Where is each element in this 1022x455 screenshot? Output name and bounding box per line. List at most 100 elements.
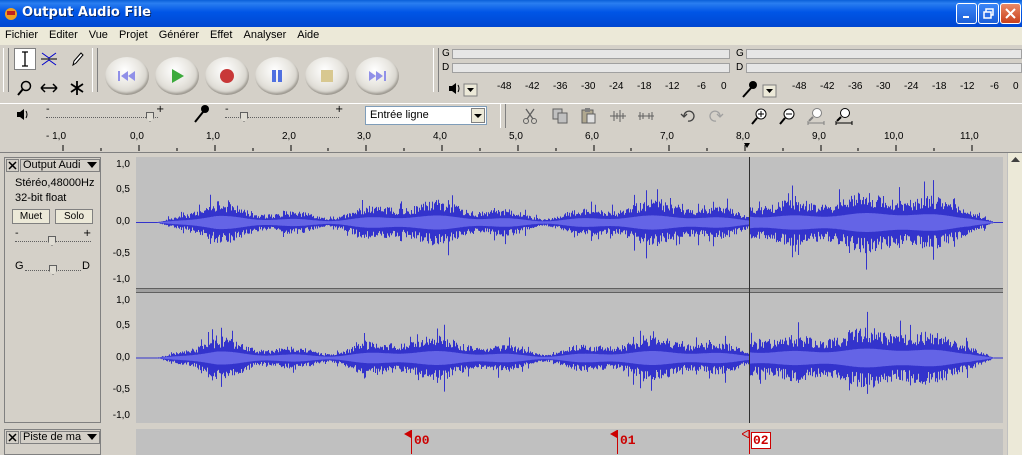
silence-button[interactable]: [634, 105, 658, 127]
time-shift-tool[interactable]: [38, 77, 60, 99]
label-track-area[interactable]: 00 01 02: [136, 429, 1003, 455]
label-track-close-button[interactable]: [6, 431, 19, 444]
pause-button[interactable]: [255, 57, 299, 95]
gain-slider-thumb[interactable]: [48, 236, 56, 246]
vertical-scrollbar[interactable]: [1007, 153, 1022, 455]
ruler-label: - 1,0: [46, 131, 67, 142]
amplitude-ruler-right: 1,0 0,5 0,0 -0,5 -1,0: [102, 293, 136, 423]
audio-track-menu-button[interactable]: Output Audi: [20, 159, 100, 172]
timeline-ruler[interactable]: - 1,0 0,0 1,0 2,0 3,0 4,0 5,0 6,0 7,0 8,…: [0, 130, 1022, 153]
menu-effet[interactable]: Effet: [205, 27, 238, 45]
skip-to-end-button[interactable]: [355, 57, 399, 95]
menu-bar: Fichier Editer Vue Projet Générer Effet …: [0, 27, 1022, 45]
trim-button[interactable]: [606, 105, 630, 127]
zoom-tool[interactable]: [14, 77, 36, 99]
skip-end-icon: [369, 71, 386, 81]
ruler-label: 3,0: [357, 131, 371, 142]
menu-analyser[interactable]: Analyser: [238, 27, 292, 45]
pan-right-label: D: [82, 260, 90, 272]
label-line: [617, 430, 618, 454]
title-bar[interactable]: Output Audio File: [0, 0, 1022, 27]
undo-button[interactable]: [676, 105, 700, 127]
copy-button[interactable]: [548, 105, 572, 127]
record-tick: -36: [848, 81, 863, 92]
paste-button[interactable]: [576, 105, 600, 127]
amplitude-tick: -1,0: [112, 410, 130, 421]
menu-fichier[interactable]: Fichier: [0, 27, 44, 45]
envelope-tool[interactable]: [38, 48, 60, 70]
zoom-fit-icon: [835, 108, 853, 125]
record-tick: -30: [876, 81, 891, 92]
multi-tool[interactable]: [66, 77, 88, 99]
play-meter-left-label: G: [442, 48, 450, 59]
input-source-select[interactable]: Entrée ligne: [365, 106, 487, 125]
menu-generer[interactable]: Générer: [154, 27, 205, 45]
skip-to-start-button[interactable]: [105, 57, 149, 95]
fit-selection-button[interactable]: [804, 105, 828, 127]
menu-editer[interactable]: Editer: [44, 27, 84, 45]
play-tick: -30: [581, 81, 596, 92]
speaker-icon: [17, 109, 28, 120]
ruler-label: 6,0: [585, 131, 599, 142]
gain-minus-label: -: [15, 228, 19, 239]
ruler-label: 7,0: [660, 131, 674, 142]
waveform-left-channel[interactable]: [136, 157, 1003, 288]
menu-aide[interactable]: Aide: [292, 27, 325, 45]
record-icon: [220, 69, 234, 83]
magnifier-icon: [17, 80, 32, 96]
waveform-right-svg: [136, 311, 1003, 394]
toolbar-grip[interactable]: [500, 104, 506, 128]
play-meter-right-label: D: [442, 62, 450, 73]
record-meter-button[interactable]: [740, 80, 778, 101]
input-volume-minus: -: [225, 104, 229, 115]
mute-button[interactable]: Muet: [12, 209, 50, 224]
draw-tool[interactable]: [66, 48, 88, 70]
solo-button[interactable]: Solo: [55, 209, 93, 224]
waveform-left-svg: [136, 180, 1003, 270]
redo-button[interactable]: [704, 105, 728, 127]
amplitude-tick: 0,0: [116, 216, 130, 227]
pan-slider-thumb[interactable]: [49, 265, 57, 275]
audio-track-close-button[interactable]: [6, 159, 19, 172]
play-meter-button[interactable]: [448, 81, 478, 100]
record-tick: -18: [932, 81, 947, 92]
label-line: [749, 430, 750, 454]
microphone-icon: [194, 105, 209, 123]
label-track-menu-button[interactable]: Piste de ma: [20, 431, 100, 444]
selection-tool[interactable]: [14, 48, 36, 70]
label-text[interactable]: 01: [620, 433, 636, 448]
record-button[interactable]: [205, 57, 249, 95]
close-icon: [8, 433, 17, 442]
silence-icon: [638, 112, 654, 120]
record-meter-left-bar: [746, 49, 1022, 59]
minimize-icon: [962, 15, 969, 18]
menu-vue[interactable]: Vue: [84, 27, 114, 45]
double-arrow-icon: [40, 83, 58, 93]
menu-projet[interactable]: Projet: [114, 27, 154, 45]
zoom-out-button[interactable]: [776, 105, 800, 127]
stop-button[interactable]: [305, 57, 349, 95]
input-source-dropdown-button[interactable]: [471, 108, 485, 123]
play-tick: -48: [497, 81, 512, 92]
output-volume-slider[interactable]: [46, 117, 158, 118]
ruler-label: 5,0: [509, 131, 523, 142]
envelope-icon: [41, 52, 57, 66]
toolbar-grip[interactable]: [92, 48, 98, 92]
minimize-button[interactable]: [956, 3, 977, 24]
label-text[interactable]: 00: [414, 433, 430, 448]
amplitude-tick: 0,5: [116, 184, 130, 195]
restore-button[interactable]: [978, 3, 999, 24]
label-text-selected[interactable]: 02: [751, 432, 771, 449]
fit-project-button[interactable]: [832, 105, 856, 127]
close-button[interactable]: [1000, 3, 1021, 24]
zoom-in-button[interactable]: [748, 105, 772, 127]
pan-left-label: G: [15, 260, 24, 272]
cut-button[interactable]: [518, 105, 542, 127]
scroll-up-icon[interactable]: [1011, 157, 1020, 163]
record-meter-scale: -48 -42 -36 -30 -24 -18 -12 -6 0: [0, 81, 1019, 95]
waveform-right-channel[interactable]: [136, 293, 1003, 423]
toolbar-grip[interactable]: [3, 48, 9, 92]
play-button[interactable]: [155, 57, 199, 95]
scissors-icon: [523, 108, 537, 124]
toolbar-grip[interactable]: [433, 48, 439, 92]
